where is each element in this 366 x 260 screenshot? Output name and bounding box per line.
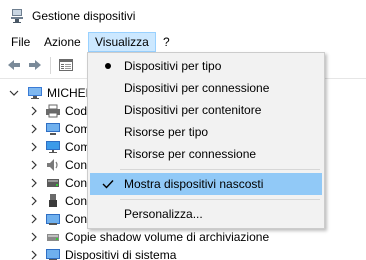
chevron-right-icon[interactable]	[29, 246, 39, 260]
bullet-icon	[100, 55, 116, 77]
menu-separator	[120, 169, 320, 170]
printer-queue-icon	[45, 103, 61, 119]
menu-visualizza[interactable]: Visualizza	[88, 32, 156, 52]
menu-file[interactable]: File	[5, 32, 36, 52]
computer-icon	[45, 121, 61, 137]
network-controller-icon	[45, 211, 61, 227]
menu-item-label: Dispositivi per contenitore	[124, 103, 262, 117]
forward-arrow-icon[interactable]	[27, 57, 43, 73]
chevron-right-icon[interactable]	[29, 210, 39, 228]
chevron-down-icon[interactable]	[9, 84, 19, 102]
menu-item-customize[interactable]: Personalizza...	[90, 203, 322, 225]
checkmark-icon	[100, 173, 116, 195]
toolbar-separator	[50, 57, 51, 74]
chevron-right-icon[interactable]	[29, 192, 39, 210]
audio-controller-icon	[45, 157, 61, 173]
menu-item-devices-by-container[interactable]: Dispositivi per contenitore	[90, 99, 322, 121]
tree-item-label: Copie shadow volume di archiviazione	[65, 230, 270, 244]
computer-icon	[27, 85, 43, 101]
menu-help[interactable]: ?	[157, 32, 176, 52]
usb-controller-icon	[45, 193, 61, 209]
window-title: Gestione dispositivi	[32, 9, 136, 23]
title-bar: Gestione dispositivi	[0, 0, 366, 32]
tree-item-shadow-copy[interactable]: Copie shadow volume di archiviazione	[0, 228, 366, 246]
chevron-right-icon[interactable]	[29, 138, 39, 156]
view-menu-dropdown: Dispositivi per tipo Dispositivi per con…	[87, 52, 325, 229]
menu-item-label: Risorse per connessione	[124, 147, 257, 161]
system-devices-icon	[45, 247, 61, 260]
menu-item-resources-by-connection[interactable]: Risorse per connessione	[90, 143, 322, 165]
tree-item-system-devices[interactable]: Dispositivi di sistema	[0, 246, 366, 260]
device-manager-icon	[9, 8, 25, 24]
tree-item-label: Dispositivi di sistema	[65, 248, 177, 260]
chevron-right-icon[interactable]	[29, 156, 39, 174]
chevron-right-icon[interactable]	[29, 174, 39, 192]
menu-item-devices-by-type[interactable]: Dispositivi per tipo	[90, 55, 322, 77]
menu-azione[interactable]: Azione	[38, 32, 87, 52]
storage-controller-icon	[45, 175, 61, 191]
back-arrow-icon[interactable]	[6, 57, 22, 73]
menu-separator	[120, 199, 320, 200]
menu-item-resources-by-type[interactable]: Risorse per tipo	[90, 121, 322, 143]
menu-item-label: Dispositivi per tipo	[124, 59, 222, 73]
menu-item-label: Risorse per tipo	[124, 125, 209, 139]
menu-item-label: Personalizza...	[124, 207, 203, 221]
chevron-right-icon[interactable]	[29, 102, 39, 120]
menu-item-devices-by-connection[interactable]: Dispositivi per connessione	[90, 77, 322, 99]
properties-icon[interactable]	[58, 57, 74, 73]
chevron-right-icon[interactable]	[29, 120, 39, 138]
menu-item-label: Mostra dispositivi nascosti	[124, 177, 264, 191]
tree-root-label: MICHEL	[47, 86, 93, 100]
shadow-copy-icon	[45, 229, 61, 245]
monitor-icon	[45, 139, 61, 155]
menu-bar: File Azione Visualizza ?	[0, 32, 366, 52]
chevron-right-icon[interactable]	[29, 228, 39, 246]
menu-item-label: Dispositivi per connessione	[124, 81, 270, 95]
menu-item-show-hidden-devices[interactable]: Mostra dispositivi nascosti	[90, 173, 322, 195]
